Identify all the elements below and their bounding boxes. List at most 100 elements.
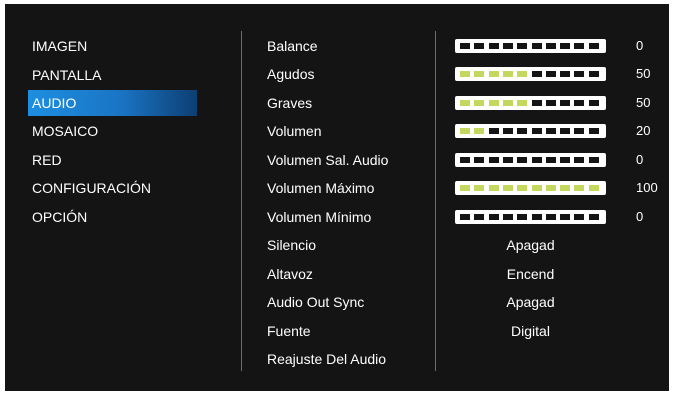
- level-segment: [588, 71, 599, 77]
- level-segment: [574, 185, 585, 191]
- level-segment: [517, 157, 528, 163]
- level-segment: [460, 128, 470, 134]
- level-segment: [502, 71, 513, 77]
- agudos-level-bar[interactable]: [455, 67, 606, 81]
- menu-item-opcion[interactable]: OPCIÓN: [28, 204, 87, 230]
- level-segment: [560, 128, 571, 134]
- level-segment: [488, 71, 499, 77]
- fuente-option[interactable]: Digital: [455, 321, 606, 341]
- level-segment: [545, 43, 556, 49]
- level-segment: [474, 157, 485, 163]
- setting-reajuste-audio-label[interactable]: Reajuste Del Audio: [267, 349, 386, 369]
- divider-right: [435, 31, 436, 371]
- menu-item-imagen[interactable]: IMAGEN: [28, 33, 87, 59]
- level-segment: [531, 185, 542, 191]
- level-segment: [574, 157, 585, 163]
- agudos-value: 50: [636, 66, 651, 81]
- menu-item-pantalla[interactable]: PANTALLA: [28, 62, 102, 88]
- level-segment: [474, 71, 485, 77]
- volumen-maximo-value: 100: [636, 180, 658, 195]
- level-segment: [517, 128, 528, 134]
- balance-value: 0: [636, 38, 644, 53]
- setting-altavoz-label[interactable]: Altavoz: [267, 264, 313, 284]
- volumen-minimo-level-bar[interactable]: [455, 210, 606, 224]
- level-segment: [588, 185, 599, 191]
- level-segment: [502, 100, 513, 106]
- balance-level-bar[interactable]: [455, 39, 606, 53]
- setting-volumen-maximo-label[interactable]: Volumen Máximo: [267, 178, 374, 198]
- level-segment: [574, 71, 585, 77]
- level-segment: [460, 71, 470, 77]
- level-segment: [560, 100, 571, 106]
- level-segment: [545, 71, 556, 77]
- volumen-level-bar[interactable]: [455, 124, 606, 138]
- level-segment: [545, 128, 556, 134]
- setting-agudos-label[interactable]: Agudos: [267, 64, 314, 84]
- setting-volumen-minimo-label[interactable]: Volumen Mínimo: [267, 207, 371, 227]
- level-segment: [545, 214, 556, 220]
- menu-item-red[interactable]: RED: [28, 147, 62, 173]
- level-segment: [488, 128, 499, 134]
- menu-item-configuracion[interactable]: CONFIGURACIÓN: [28, 175, 151, 201]
- level-segment: [545, 157, 556, 163]
- level-segment: [588, 100, 599, 106]
- level-segment: [531, 43, 542, 49]
- setting-fuente-label[interactable]: Fuente: [267, 321, 311, 341]
- level-segment: [588, 43, 599, 49]
- level-segment: [531, 157, 542, 163]
- volumen-sal-audio-value: 0: [636, 152, 644, 167]
- level-segment: [517, 100, 528, 106]
- level-segment: [460, 214, 470, 220]
- level-segment: [474, 214, 485, 220]
- setting-volumen-label[interactable]: Volumen: [267, 121, 321, 141]
- level-segment: [460, 100, 470, 106]
- level-segment: [574, 43, 585, 49]
- level-segment: [517, 71, 528, 77]
- level-segment: [488, 214, 499, 220]
- level-segment: [517, 214, 528, 220]
- level-segment: [474, 43, 485, 49]
- volumen-maximo-level-bar[interactable]: [455, 181, 606, 195]
- setting-silencio-label[interactable]: Silencio: [267, 235, 316, 255]
- level-segment: [502, 214, 513, 220]
- level-segment: [460, 43, 470, 49]
- level-segment: [460, 157, 470, 163]
- level-segment: [488, 43, 499, 49]
- level-segment: [574, 214, 585, 220]
- level-segment: [531, 128, 542, 134]
- setting-volumen-sal-audio-label[interactable]: Volumen Sal. Audio: [267, 150, 388, 170]
- level-segment: [488, 185, 499, 191]
- level-segment: [545, 185, 556, 191]
- altavoz-option[interactable]: Encend: [455, 264, 606, 284]
- level-segment: [474, 100, 485, 106]
- graves-level-bar[interactable]: [455, 96, 606, 110]
- audio-out-sync-option[interactable]: Apagad: [455, 292, 606, 312]
- silencio-option[interactable]: Apagad: [455, 235, 606, 255]
- level-segment: [588, 214, 599, 220]
- graves-value: 50: [636, 95, 651, 110]
- level-segment: [502, 185, 513, 191]
- level-segment: [517, 185, 528, 191]
- level-segment: [531, 214, 542, 220]
- level-segment: [502, 157, 513, 163]
- menu-item-mosaico[interactable]: MOSAICO: [28, 118, 98, 144]
- volumen-value: 20: [636, 123, 651, 138]
- level-segment: [574, 128, 585, 134]
- level-segment: [531, 100, 542, 106]
- setting-audio-out-sync-label[interactable]: Audio Out Sync: [267, 292, 364, 312]
- level-segment: [488, 157, 499, 163]
- level-segment: [474, 185, 485, 191]
- setting-balance-label[interactable]: Balance: [267, 36, 318, 56]
- level-segment: [560, 214, 571, 220]
- level-segment: [588, 157, 599, 163]
- menu-item-audio[interactable]: AUDIO: [28, 90, 197, 116]
- level-segment: [588, 128, 599, 134]
- level-segment: [488, 100, 499, 106]
- level-segment: [574, 100, 585, 106]
- level-segment: [560, 43, 571, 49]
- level-segment: [502, 128, 513, 134]
- level-segment: [502, 43, 513, 49]
- volumen-sal-audio-level-bar[interactable]: [455, 153, 606, 167]
- level-segment: [560, 71, 571, 77]
- setting-graves-label[interactable]: Graves: [267, 93, 312, 113]
